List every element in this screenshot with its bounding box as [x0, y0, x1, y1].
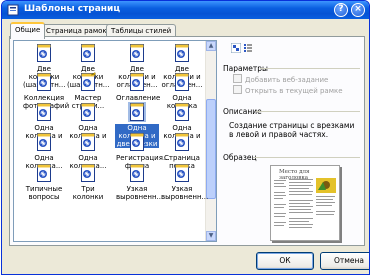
template-item-label: Три колонки [72, 185, 104, 201]
close-button[interactable]: × [351, 3, 365, 17]
page-templates-dialog: Шаблоны страниц ? × Общие Страница рамок… [1, 0, 370, 275]
template-doc-icon [160, 132, 204, 152]
template-doc-icon [66, 132, 110, 152]
template-doc-icon [66, 163, 110, 183]
title-bar[interactable]: Шаблоны страниц ? × [2, 1, 369, 19]
add-web-task-label: Добавить веб-задание [245, 76, 329, 84]
template-doc-icon [160, 163, 204, 183]
template-item-label: Узкая выровненн... [116, 185, 164, 201]
template-item-label: Оглавление [116, 94, 161, 102]
template-doc-icon [22, 43, 66, 63]
close-icon: × [354, 4, 362, 14]
template-doc-icon [160, 43, 204, 63]
template-doc-icon [66, 102, 110, 122]
template-item[interactable]: Узкая выровненн... [115, 163, 164, 201]
template-item[interactable]: Три колонки [66, 163, 110, 201]
details-pane: Параметры Добавить веб-задание Открыть в… [223, 37, 363, 245]
template-doc-icon [115, 132, 159, 152]
template-doc-icon [22, 132, 66, 152]
template-doc-icon [22, 72, 66, 92]
template-item[interactable]: Оглавление [115, 72, 161, 102]
template-item-label: Типичные вопросы [25, 185, 63, 201]
tab-general[interactable]: Общие [10, 22, 46, 39]
template-doc-icon [115, 163, 159, 183]
preview-layout-image [274, 178, 336, 228]
template-doc-icon [115, 102, 159, 122]
template-doc-icon [22, 102, 66, 122]
open-in-current-frame-label: Открыть в текущей рамке [245, 87, 343, 95]
arrow-up-icon: ▲ [208, 42, 214, 49]
divider [256, 111, 360, 112]
scroll-up-button[interactable]: ▲ [206, 41, 216, 51]
ok-button[interactable]: ОК [256, 252, 314, 270]
template-list[interactable]: ▲ ▼ Две колонки (шахматн...Две колонки (… [13, 40, 217, 242]
help-icon: ? [338, 4, 344, 14]
template-preview: Место для заголовка [270, 165, 340, 241]
template-doc-icon [160, 72, 204, 92]
scroll-thumb[interactable] [206, 99, 216, 199]
large-icons-view-icon[interactable] [231, 43, 241, 53]
cancel-button[interactable]: Отмена [320, 252, 369, 270]
open-in-current-frame-checkbox[interactable]: Открыть в текущей рамке [233, 85, 343, 95]
template-doc-icon [66, 43, 110, 63]
divider [253, 157, 360, 158]
tab-panel: ▲ ▼ Две колонки (шахматн...Две колонки (… [9, 36, 365, 246]
template-item-label: Узкая выровненн... [161, 185, 209, 201]
scroll-down-button[interactable]: ▼ [206, 231, 216, 241]
template-doc-icon [115, 43, 159, 63]
template-doc-icon [22, 163, 66, 183]
template-doc-icon [115, 72, 159, 92]
details-view-icon[interactable] [243, 43, 253, 53]
template-item[interactable]: Типичные вопросы [22, 163, 66, 201]
divider [260, 68, 360, 69]
wizard-doc-icon [66, 72, 110, 92]
preview-label: Образец [223, 153, 257, 162]
template-doc-icon [160, 102, 204, 122]
help-button[interactable]: ? [334, 3, 348, 17]
template-item[interactable]: Узкая выровненн... [160, 163, 209, 201]
vertical-scrollbar[interactable]: ▲ ▼ [205, 41, 216, 241]
app-icon [7, 4, 19, 16]
arrow-down-icon: ▼ [208, 232, 214, 239]
add-web-task-checkbox[interactable]: Добавить веб-задание [233, 74, 328, 84]
description-text: Создание страницы с врезками в левой и п… [229, 121, 355, 139]
window-title: Шаблоны страниц [24, 4, 121, 14]
